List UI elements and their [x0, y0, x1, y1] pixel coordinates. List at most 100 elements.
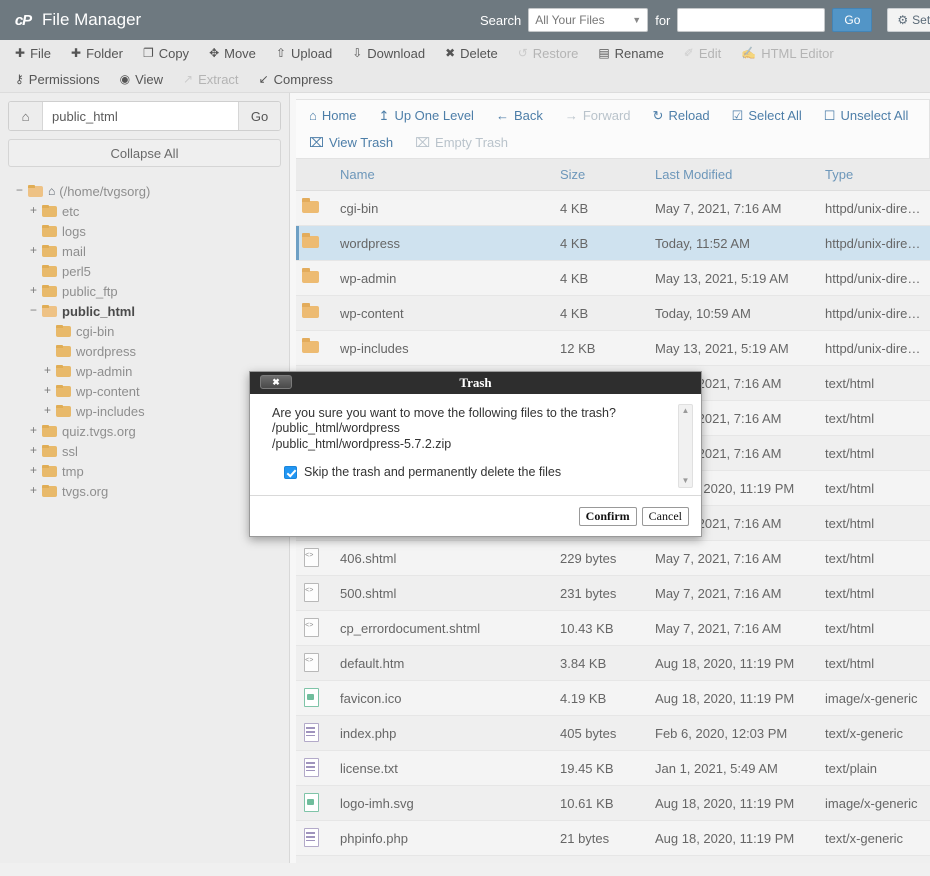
dialog-scrollbar[interactable]: ▲ ▼ — [678, 404, 693, 488]
table-row[interactable]: readme.html7.17 KBDec 30, 2020, 1:44 AMt… — [296, 855, 930, 863]
table-row[interactable]: wp-content 4 KB Today, 10:59 AM httpd/unix-… — [296, 295, 930, 331]
collapse-icon[interactable]: − — [28, 304, 39, 318]
file-icon-cell — [296, 645, 334, 681]
toolbar-download-button[interactable]: ⇩ Download — [343, 43, 434, 64]
toolbar-permissions-button[interactable]: ⚷ Permissions — [6, 69, 109, 90]
expand-icon[interactable]: + — [28, 464, 39, 478]
tree-item-quiz.tvgs.org[interactable]: + quiz.tvgs.org — [8, 421, 281, 441]
table-row[interactable]: wp-includes 12 KB May 13, 2021, 5:19 AM htt… — [296, 330, 930, 366]
tree-item-etc[interactable]: + etc — [8, 201, 281, 221]
tree-item-tvgs.org[interactable]: + tvgs.org — [8, 481, 281, 501]
file-type-cell: text/html — [819, 575, 930, 611]
expand-icon[interactable]: + — [42, 384, 53, 398]
col-size-header[interactable]: Size — [554, 159, 649, 191]
search-go-button[interactable]: Go — [832, 8, 873, 32]
table-row[interactable]: cgi-bin 4 KB May 7, 2021, 7:16 AM httpd/uni… — [296, 190, 930, 226]
tree-item-wp-includes[interactable]: + wp-includes — [8, 401, 281, 421]
button-label: Forward — [582, 108, 631, 123]
toolbar-move-button[interactable]: ✥ Move — [200, 43, 265, 64]
toolbar-copy-button[interactable]: ❐ Copy — [134, 43, 198, 64]
confirm-button[interactable]: Confirm — [578, 506, 637, 526]
col-type-header[interactable]: Type — [819, 159, 930, 191]
nav-reload-button[interactable]: ↻ Reload — [642, 105, 721, 127]
tree-item-wp-admin[interactable]: + wp-admin — [8, 361, 281, 381]
tree-item-hometvgsorg[interactable]: − ⌂ (/home/tvgsorg) — [8, 181, 281, 201]
tree-item-public_html[interactable]: − public_html — [8, 301, 281, 321]
collapse-icon[interactable]: − — [14, 184, 25, 198]
table-row[interactable]: default.htm3.84 KBAug 18, 2020, 11:19 PM… — [296, 645, 930, 681]
table-row[interactable]: 500.shtml231 bytesMay 7, 2021, 7:16 AMte… — [296, 575, 930, 611]
close-icon[interactable]: ✖ — [260, 375, 292, 389]
trash-icon: ⌧ — [309, 134, 324, 150]
nav-home-button[interactable]: ⌂ Home — [298, 105, 368, 126]
tree-item-public_ftp[interactable]: + public_ftp — [8, 281, 281, 301]
file-modified-cell: May 7, 2021, 7:16 AM — [649, 540, 819, 576]
nav-unselect-all-button[interactable]: ☐ Unselect All — [813, 105, 920, 127]
file-name-cell: wp-admin — [334, 260, 554, 296]
tree-item-perl5[interactable]: +perl5 — [8, 261, 281, 281]
tree-item-mail[interactable]: + mail — [8, 241, 281, 261]
expand-icon[interactable]: + — [42, 404, 53, 418]
expand-icon[interactable]: + — [28, 204, 39, 218]
nav-view-trash-button[interactable]: ⌧ View Trash — [298, 132, 404, 154]
nav-up-one-level-button[interactable]: ↥ Up One Level — [368, 105, 485, 127]
toolbar-compress-button[interactable]: ↙ Compress — [250, 69, 342, 90]
expand-icon[interactable]: + — [28, 484, 39, 498]
table-row[interactable]: wordpress 4 KB Today, 11:52 AM httpd/unix-d… — [296, 225, 930, 261]
tree-item-tmp[interactable]: + tmp — [8, 461, 281, 481]
tree-item-logs[interactable]: +logs — [8, 221, 281, 241]
skip-trash-checkbox[interactable] — [284, 465, 297, 479]
path-go-button[interactable]: Go — [238, 102, 280, 130]
toolbar-extract-button: ↗ Extract — [174, 69, 248, 90]
tree-item-label: wp-admin — [76, 363, 133, 379]
nav-select-all-button[interactable]: ☑ Select All — [721, 105, 813, 127]
nav-back-button[interactable]: ← Back — [485, 105, 554, 126]
table-row[interactable]: license.txt 19.45 KB Jan 1, 2021, 5:49 AM t… — [296, 750, 930, 786]
table-row[interactable]: 406.shtml229 bytesMay 7, 2021, 7:16 AMte… — [296, 540, 930, 576]
expand-icon[interactable]: + — [28, 284, 39, 298]
file-size-cell: 4 KB — [554, 190, 649, 226]
collapse-all-button[interactable]: Collapse All — [8, 139, 281, 167]
search-scope-select[interactable]: All Your Files ▼ — [528, 8, 649, 32]
scroll-down-icon[interactable]: ▼ — [682, 477, 690, 485]
expand-icon[interactable]: + — [42, 364, 53, 378]
folder-icon — [42, 305, 57, 317]
expand-icon[interactable]: + — [28, 244, 39, 258]
file-size-cell: 229 bytes — [554, 540, 649, 576]
upload-icon: ⇧ — [275, 46, 286, 60]
toolbar-folder-button[interactable]: ✚ Folder — [62, 43, 132, 64]
folder-icon — [42, 265, 57, 277]
tree-item-ssl[interactable]: + ssl — [8, 441, 281, 461]
path-input[interactable] — [43, 102, 238, 130]
table-row[interactable]: logo-imh.svg 10.61 KB Aug 18, 2020, 11:19 … — [296, 785, 930, 821]
settings-button[interactable]: ⚙ Settings — [887, 8, 930, 32]
table-row[interactable]: favicon.ico 4.19 KB Aug 18, 2020, 11:19 PM… — [296, 680, 930, 716]
tree-item-wordpress[interactable]: +wordpress — [8, 341, 281, 361]
home-icon: ⌂ — [48, 184, 56, 198]
table-row[interactable]: index.php 405 bytes Feb 6, 2020, 12:03 PM t… — [296, 715, 930, 751]
table-row[interactable]: wp-admin 4 KB May 13, 2021, 5:19 AM httpd/u… — [296, 260, 930, 296]
table-row[interactable]: cp_errordocument.shtml10.43 KBMay 7, 202… — [296, 610, 930, 646]
tree-item-cgi-bin[interactable]: +cgi-bin — [8, 321, 281, 341]
scroll-up-icon[interactable]: ▲ — [682, 407, 690, 415]
download-icon: ⇩ — [352, 46, 363, 60]
file-modified-cell: Aug 18, 2020, 11:19 PM — [649, 785, 819, 821]
search-input[interactable] — [677, 8, 826, 32]
expand-icon[interactable]: + — [28, 424, 39, 438]
col-name-header[interactable]: Name — [334, 159, 554, 191]
cancel-button[interactable]: Cancel — [641, 506, 689, 526]
toolbar-upload-button[interactable]: ⇧ Upload — [267, 43, 341, 64]
expand-icon[interactable]: + — [28, 444, 39, 458]
tree-item-wp-content[interactable]: + wp-content — [8, 381, 281, 401]
table-row[interactable]: phpinfo.php 21 bytes Aug 18, 2020, 11:19 P… — [296, 820, 930, 856]
toolbar-delete-button[interactable]: ✖ Delete — [436, 43, 507, 64]
toolbar-file-button[interactable]: ✚ File — [6, 43, 60, 64]
file-type-cell: text/html — [819, 400, 930, 436]
toolbar-rename-button[interactable]: ▤ Rename — [589, 43, 672, 64]
col-modified-header[interactable]: Last Modified — [649, 159, 819, 191]
trash-confirm-dialog: ✖ Trash Are you sure you want to move th… — [249, 371, 702, 537]
folder-icon — [56, 385, 71, 397]
home-icon[interactable]: ⌂ — [9, 102, 43, 130]
button-label: Restore — [532, 45, 579, 61]
toolbar-view-button[interactable]: ◉ View — [111, 69, 172, 90]
